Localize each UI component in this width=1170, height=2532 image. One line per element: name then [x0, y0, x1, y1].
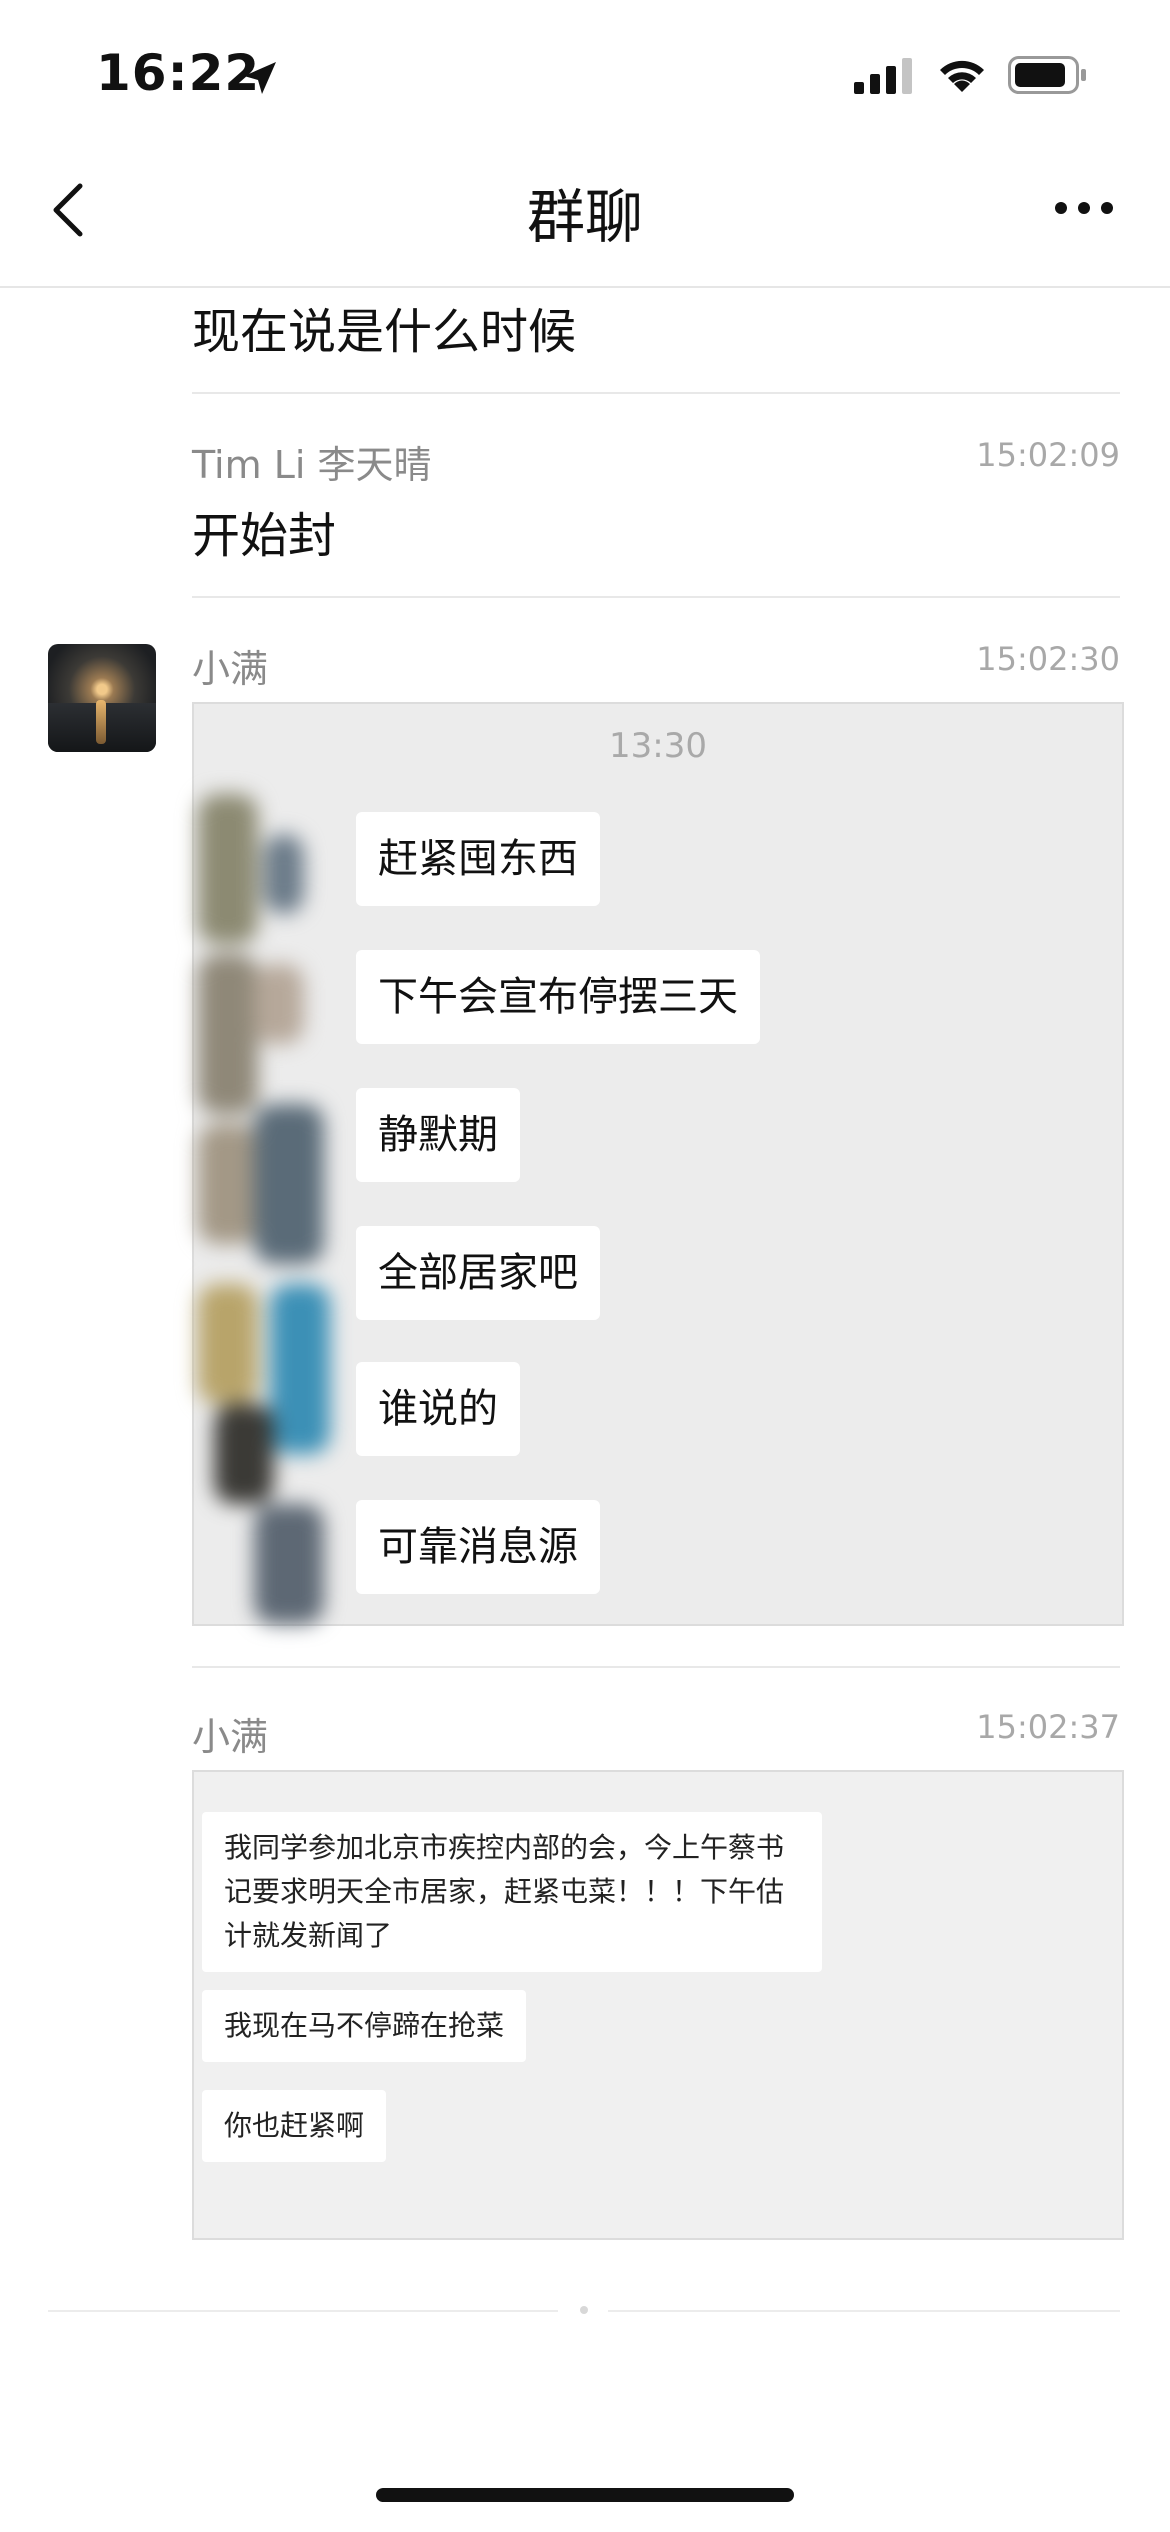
sender-name[interactable]: Tim Li 李天晴 [192, 434, 432, 489]
blurred-avatars [194, 764, 334, 1624]
message-timestamp: 15:02:30 [976, 640, 1120, 678]
sender-name[interactable]: 小满 [192, 1706, 268, 1761]
nav-divider [0, 286, 1170, 288]
message-separator [192, 1666, 1120, 1668]
home-indicator[interactable] [376, 2488, 794, 2502]
cellular-signal-icon [854, 58, 914, 98]
message-separator [192, 596, 1120, 598]
message-text: 开始封 [192, 508, 337, 564]
message-text: 现在说是什么时候 [192, 304, 577, 360]
status-time: 16:22 [96, 44, 261, 102]
chat-bubble: 我同学参加北京市疾控内部的会，今上午蔡书记要求明天全市居家，赶紧屯菜！！！下午估… [202, 1812, 822, 1972]
wifi-icon [936, 54, 988, 98]
more-icon [1055, 202, 1113, 214]
sender-name[interactable]: 小满 [192, 638, 268, 693]
bottom-divider [48, 2310, 558, 2312]
chat-bubble: 你也赶紧啊 [202, 2090, 387, 2162]
more-options-button[interactable] [1054, 200, 1114, 219]
battery-icon [1008, 56, 1088, 98]
chat-bubble: 赶紧囤东西 [356, 812, 600, 906]
message-timestamp: 15:02:37 [976, 1708, 1120, 1746]
message-separator [192, 392, 1120, 394]
chat-bubble: 下午会宣布停摆三天 [356, 950, 760, 1044]
chat-title: 群聊 [526, 183, 643, 251]
bottom-divider [608, 2310, 1120, 2312]
shared-screenshot-image[interactable]: 13:30 赶紧囤东西 下午会宣布停摆三天 静默期 全部居家吧 谁说的 可靠消息… [192, 702, 1124, 1626]
message-timestamp: 15:02:09 [976, 436, 1120, 474]
chat-bubble: 谁说的 [356, 1362, 520, 1456]
chat-bubble: 我现在马不停蹄在抢菜 [202, 1990, 527, 2062]
screenshot-time: 13:30 [609, 726, 707, 766]
location-arrow-icon [240, 58, 280, 102]
chat-bubble: 全部居家吧 [356, 1226, 600, 1320]
avatar[interactable] [48, 644, 156, 752]
shared-screenshot-image[interactable]: 我同学参加北京市疾控内部的会，今上午蔡书记要求明天全市居家，赶紧屯菜！！！下午估… [192, 1770, 1124, 2240]
divider-dot [580, 2306, 588, 2314]
chat-bubble: 静默期 [356, 1088, 520, 1182]
chat-bubble: 可靠消息源 [356, 1500, 600, 1594]
